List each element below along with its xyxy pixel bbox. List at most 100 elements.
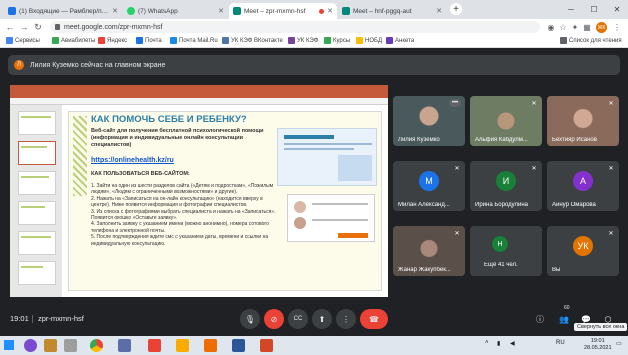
bookmark-avia[interactable]: Авиабилеты [52, 37, 95, 44]
close-window-button[interactable]: ✕ [606, 0, 628, 19]
more-options-button[interactable]: ⋮ [336, 309, 356, 329]
notifications-icon[interactable]: ▭ [616, 340, 622, 347]
camera-off-icon: ⊘ [270, 314, 278, 324]
mic-off-icon: ✕ [531, 165, 537, 172]
file-explorer-icon[interactable] [44, 339, 57, 352]
plane-icon [52, 37, 59, 44]
tab-whatsapp[interactable]: (7) WhatsApp ✕ [123, 3, 228, 19]
specialists-screenshot [287, 194, 375, 242]
tray-arrow-icon[interactable]: ˄ [485, 340, 489, 346]
vk-icon [222, 37, 229, 44]
slide-thumbnail [18, 261, 56, 285]
participant-tile[interactable]: М ✕ Милан Александ... [393, 161, 465, 211]
system-clock[interactable]: 19:01 28.05.2021 [584, 338, 612, 352]
participant-tile[interactable]: А ✕ Айнур Омарова [547, 161, 619, 211]
more-participants-tile[interactable]: Н Ещё 41 чел. [470, 226, 542, 276]
volume-icon[interactable]: ◀ [510, 340, 515, 347]
bookmark-survey[interactable]: Анкета [386, 37, 414, 44]
form-icon [386, 37, 393, 44]
leave-call-button[interactable]: ☎ [360, 309, 388, 329]
maximize-button[interactable]: ☐ [583, 0, 605, 19]
mic-off-icon: ✕ [608, 230, 614, 237]
slide-thumbnail [18, 231, 56, 255]
participant-name: Вы [552, 267, 561, 273]
bookmark-mail[interactable]: Почта [136, 37, 162, 44]
app-icon[interactable] [204, 339, 217, 352]
minimize-button[interactable]: ─ [560, 0, 582, 19]
profile-avatar[interactable]: ЖК [596, 22, 607, 33]
microphone-icon: 🎙 [244, 314, 256, 324]
language-indicator[interactable]: RU [556, 340, 565, 346]
bookmark-yandex[interactable]: Яндекс [98, 37, 127, 44]
participant-tile[interactable]: ✕ Жанар Жакупбек... [393, 226, 465, 276]
new-tab-button[interactable]: + [450, 3, 462, 15]
bookmark-courses[interactable]: Курсы [324, 37, 350, 44]
presenter-avatar: Л [14, 60, 24, 70]
participant-tile[interactable]: ✕ Бехтияр Исанов [547, 96, 619, 146]
tab-rambler-mail[interactable]: (1) Входящие — Рамблер/почта ✕ [4, 3, 122, 19]
reading-list[interactable]: Список для чтения [560, 37, 622, 44]
tab-meet-other[interactable]: Meet – hnf-pggq-aut ✕ [338, 3, 446, 19]
whatsapp-icon [127, 7, 135, 15]
close-icon[interactable]: ✕ [436, 7, 442, 15]
yandex-browser-icon[interactable] [148, 339, 161, 352]
camera-off-button[interactable]: ⊘ [264, 309, 284, 329]
folder-icon[interactable] [64, 339, 77, 352]
people-icon: 👥 [559, 314, 569, 324]
search-icon[interactable] [24, 339, 37, 352]
back-icon[interactable]: ← [3, 22, 17, 32]
star-icon[interactable]: ☆ [558, 22, 568, 32]
windows-taskbar: ˄ ▮ ◀ RU 19:01 28.05.2021 ▭ [0, 336, 628, 355]
app-icon[interactable] [176, 339, 189, 352]
windows-start-icon[interactable] [4, 340, 14, 350]
participant-tile[interactable]: ✕ Альфия Кабдулм... [470, 96, 542, 146]
present-icon: ⬆ [318, 314, 326, 324]
mail-icon [170, 37, 177, 44]
participant-tile[interactable]: И ✕ Ирина Бородулина [470, 161, 542, 211]
network-icon[interactable]: ▮ [497, 340, 500, 347]
participant-tile[interactable]: ••• Лилия Куземко [393, 96, 465, 146]
bookmark-label: Сервисы [15, 37, 40, 44]
reading-list-icon [560, 37, 567, 44]
reload-icon[interactable]: ↻ [31, 22, 45, 33]
more-options-icon[interactable]: ••• [449, 99, 461, 107]
mail-icon [136, 37, 143, 44]
powerpoint-icon[interactable] [260, 339, 273, 352]
extensions-icon[interactable]: ✦ [570, 22, 580, 32]
app-icon[interactable] [118, 339, 131, 352]
meeting-code: zpr-mxmn-hsf [38, 314, 84, 323]
bookmark-uk-kef[interactable]: УК КЭФ [288, 37, 318, 44]
bookmark-nobd[interactable]: НОБД [356, 37, 382, 44]
presenting-banner: Л Лилия Куземко сейчас на главном экране [8, 55, 620, 75]
address-bar[interactable]: meet.google.com/zpr-mxmn-hsf [50, 21, 540, 33]
powerpoint-titlebar [10, 85, 388, 98]
microphone-button[interactable]: 🎙 [240, 309, 260, 329]
self-tile[interactable]: УК ✕ Вы [547, 226, 619, 276]
clock-date: 28.05.2021 [584, 345, 612, 351]
close-icon[interactable]: ✕ [327, 7, 333, 15]
menu-icon[interactable]: ⋮ [612, 22, 622, 32]
bookmark-services[interactable]: Сервисы [6, 37, 40, 44]
bookmark-vk[interactable]: УК КЭФ ВКонтакте [222, 37, 283, 44]
tab-meet-current[interactable]: Meet – zpr-mxmn-hsf ✕ [229, 3, 337, 19]
camera-icon[interactable]: ◉ [546, 22, 556, 32]
forward-icon[interactable]: → [17, 22, 31, 32]
captions-icon: CC [293, 316, 303, 322]
close-icon[interactable]: ✕ [112, 7, 118, 15]
tab-title: Meet – zpr-mxmn-hsf [244, 7, 306, 15]
people-button[interactable]: 👥 [558, 313, 570, 325]
chrome-icon[interactable] [90, 339, 103, 352]
courses-icon [324, 37, 331, 44]
more-participants-label: Ещё 41 чел. [484, 262, 518, 268]
apps-icon[interactable]: ▦ [582, 22, 592, 32]
bookmark-mailru[interactable]: Почта Mail.Ru [170, 37, 218, 44]
word-icon[interactable] [232, 339, 245, 352]
website-screenshot [277, 128, 377, 186]
present-button[interactable]: ⬆ [312, 309, 332, 329]
close-icon[interactable]: ✕ [218, 7, 224, 15]
hangup-icon: ☎ [369, 314, 379, 324]
captions-button[interactable]: CC [288, 309, 308, 329]
browser-tab-strip: (1) Входящие — Рамблер/почта ✕ (7) Whats… [0, 0, 628, 19]
participant-avatar: И [496, 171, 516, 191]
meeting-details-button[interactable]: ⓘ [534, 313, 546, 325]
